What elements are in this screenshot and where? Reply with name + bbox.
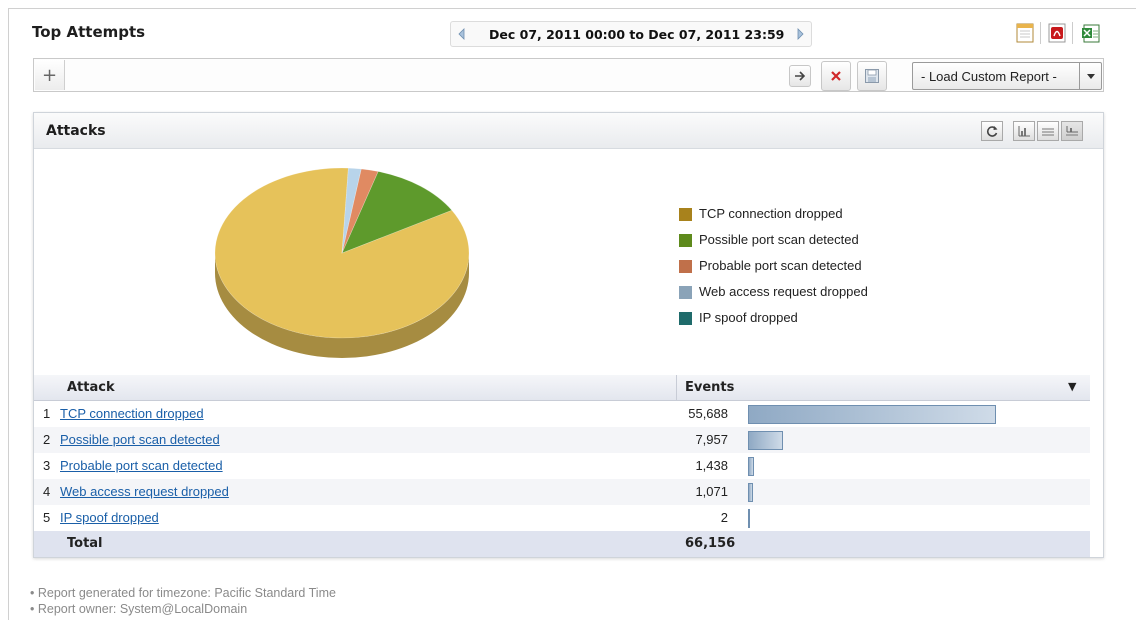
events-value: 2 <box>720 510 728 525</box>
save-filter-button[interactable] <box>857 61 887 91</box>
row-rank: 2 <box>43 432 51 447</box>
view-chart-button[interactable] <box>1013 121 1035 141</box>
attacks-pie-chart <box>214 167 470 358</box>
legend-label: Possible port scan detected <box>699 232 859 247</box>
total-label: Total <box>67 536 103 551</box>
refresh-button[interactable] <box>981 121 1003 141</box>
view-table-button[interactable] <box>1037 121 1059 141</box>
footnote-timezone: • Report generated for timezone: Pacific… <box>30 586 336 600</box>
refresh-icon <box>986 126 998 137</box>
legend-label: Probable port scan detected <box>699 258 862 273</box>
events-bar <box>748 483 753 502</box>
footnote-owner: • Report owner: System@LocalDomain <box>30 602 248 616</box>
clear-filter-button[interactable] <box>821 61 851 91</box>
table-total-row: Total 66,156 <box>34 531 1090 557</box>
report-title: Top Attempts <box>32 23 146 41</box>
legend-swatch <box>679 312 692 325</box>
attack-link[interactable]: Probable port scan detected <box>60 458 223 473</box>
events-bar <box>748 457 754 476</box>
toolbar-divider <box>1072 22 1073 44</box>
view-chart-table-button[interactable] <box>1061 121 1083 141</box>
legend-swatch <box>679 260 692 273</box>
page-border-top <box>8 8 1136 9</box>
chart-table-icon <box>1066 126 1078 136</box>
document-icon[interactable] <box>1014 22 1036 44</box>
row-rank: 1 <box>43 406 51 421</box>
list-icon <box>1042 128 1054 136</box>
apply-filter-button[interactable] <box>789 65 811 87</box>
attack-link[interactable]: TCP connection dropped <box>60 406 204 421</box>
date-range-selector: Dec 07, 2011 00:00 to Dec 07, 2011 23:59 <box>450 21 812 47</box>
table-row: 5 IP spoof dropped 2 <box>34 505 1090 531</box>
legend-swatch <box>679 286 692 299</box>
row-rank: 3 <box>43 458 51 473</box>
events-value: 1,438 <box>695 458 728 473</box>
owner-note: Report owner: System@LocalDomain <box>37 602 248 616</box>
table-body: 1 TCP connection dropped 55,688 2 Possible p… <box>34 401 1090 531</box>
arrow-right-icon <box>795 71 806 81</box>
plus-icon: + <box>41 64 58 86</box>
close-icon <box>831 71 841 81</box>
timezone-note: Report generated for timezone: Pacific S… <box>37 586 336 600</box>
triangle-left-icon[interactable] <box>455 27 469 41</box>
attacks-table: Attack Events ▼ 1 TCP connection dropped 5… <box>34 375 1090 557</box>
table-header: Attack Events ▼ <box>34 375 1090 401</box>
column-divider <box>676 375 677 401</box>
table-row: 2 Possible port scan detected 7,957 <box>34 427 1090 453</box>
legend-label: Web access request dropped <box>699 284 868 299</box>
panel-title: Attacks <box>46 123 106 139</box>
column-header-events[interactable]: Events <box>685 380 734 395</box>
date-range-text[interactable]: Dec 07, 2011 00:00 to Dec 07, 2011 23:59 <box>489 27 784 42</box>
attack-link[interactable]: Web access request dropped <box>60 484 229 499</box>
events-bar <box>748 405 996 424</box>
page-border-left <box>8 8 9 620</box>
filter-input[interactable] <box>68 62 843 88</box>
attacks-panel: Attacks TCP connection dropped Possible … <box>33 112 1104 558</box>
load-custom-report-select[interactable]: - Load Custom Report - <box>912 62 1102 90</box>
row-rank: 4 <box>43 484 51 499</box>
triangle-right-icon[interactable] <box>793 27 807 41</box>
sort-desc-icon[interactable]: ▼ <box>1068 380 1076 393</box>
events-value: 7,957 <box>695 432 728 447</box>
table-row: 3 Probable port scan detected 1,438 <box>34 453 1090 479</box>
load-custom-report-label: - Load Custom Report - <box>921 69 1057 84</box>
total-value: 66,156 <box>685 536 736 551</box>
bar-chart-icon <box>1018 126 1030 137</box>
chevron-down-icon[interactable] <box>1079 63 1101 89</box>
pdf-icon[interactable] <box>1046 22 1068 44</box>
legend-swatch <box>679 234 692 247</box>
add-filter-button[interactable]: + <box>35 60 65 90</box>
attack-link[interactable]: IP spoof dropped <box>60 510 159 525</box>
filter-bar: + - Load Custom Report - <box>33 58 1104 92</box>
attack-link[interactable]: Possible port scan detected <box>60 432 220 447</box>
events-value: 55,688 <box>688 406 728 421</box>
events-value: 1,071 <box>695 484 728 499</box>
events-bar <box>748 509 750 528</box>
events-bar <box>748 431 783 450</box>
legend-swatch <box>679 208 692 221</box>
table-row: 1 TCP connection dropped 55,688 <box>34 401 1090 427</box>
excel-icon[interactable] <box>1080 22 1102 44</box>
table-row: 4 Web access request dropped 1,071 <box>34 479 1090 505</box>
column-header-attack[interactable]: Attack <box>67 380 115 395</box>
save-icon <box>865 69 879 83</box>
panel-header: Attacks <box>34 113 1103 149</box>
row-rank: 5 <box>43 510 51 525</box>
toolbar-divider <box>1040 22 1041 44</box>
legend-label: IP spoof dropped <box>699 310 798 325</box>
legend-label: TCP connection dropped <box>699 206 843 221</box>
